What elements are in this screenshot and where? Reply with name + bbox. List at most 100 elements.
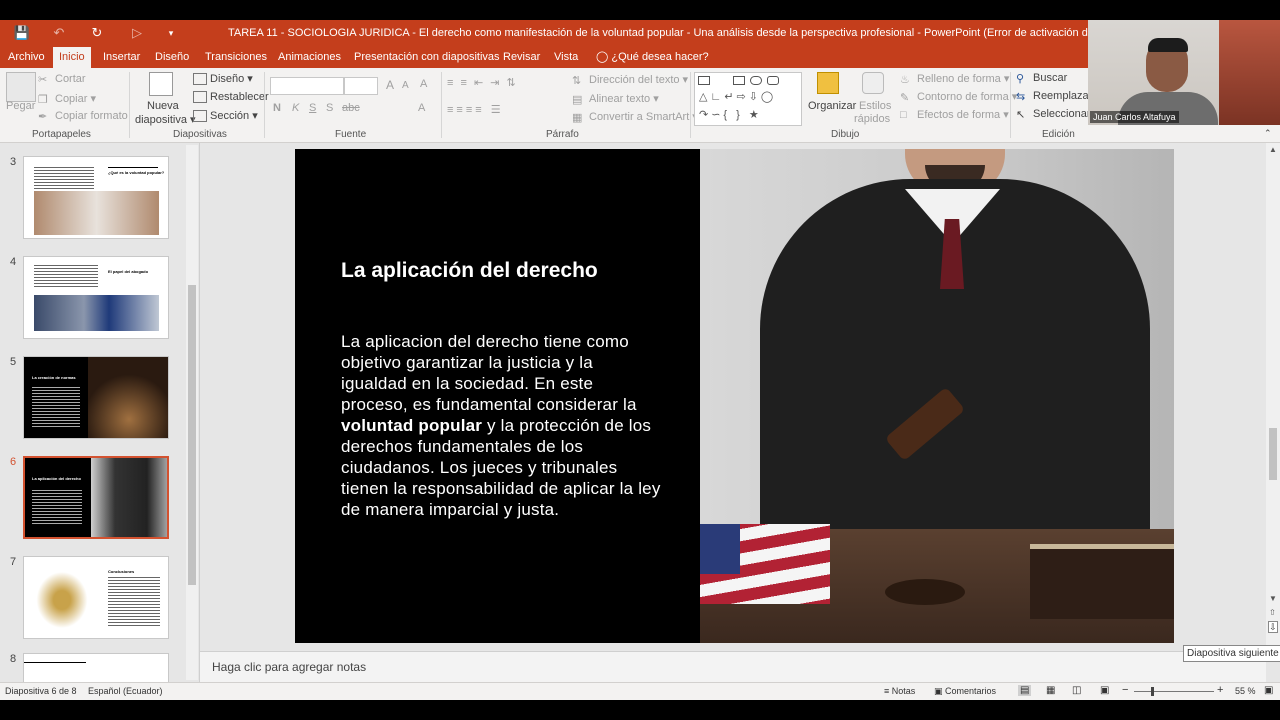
slide-scrollbar-thumb[interactable]: [1269, 428, 1277, 480]
reset-button[interactable]: Restablecer: [193, 91, 269, 104]
format-painter-button[interactable]: ✒ Copiar formato: [38, 110, 128, 123]
redo-icon[interactable]: ↻: [88, 24, 106, 42]
normal-view-icon[interactable]: ▤: [1018, 685, 1032, 696]
slideshow-icon[interactable]: ▣: [1100, 685, 1109, 696]
bold-button[interactable]: N: [273, 102, 281, 114]
shape-fill-button[interactable]: ♨ Relleno de forma ▾: [900, 72, 1009, 86]
quick-styles-line1[interactable]: Estilos: [859, 100, 891, 112]
zoom-slider[interactable]: [1134, 691, 1214, 692]
tab-archivo[interactable]: Archivo: [2, 47, 51, 68]
strikethrough-button[interactable]: abc: [342, 102, 360, 114]
scroll-up-icon[interactable]: ▲: [1269, 145, 1277, 154]
thumbnail-slide-4[interactable]: El papel del abogado: [23, 256, 169, 339]
quick-styles-button[interactable]: rápidos: [854, 113, 890, 125]
shape-outline-button[interactable]: ✎ Contorno de forma ▾: [900, 90, 1017, 104]
shadow-button[interactable]: S: [326, 102, 333, 114]
thumbnail-slide-5[interactable]: La creación de normas: [23, 356, 169, 439]
tab-transiciones[interactable]: Transiciones: [199, 47, 273, 68]
zoom-out-icon[interactable]: −: [1122, 684, 1128, 696]
zoom-in-icon[interactable]: +: [1217, 684, 1223, 696]
next-slide-icon[interactable]: ⇩: [1268, 621, 1278, 633]
tab-presentacion[interactable]: Presentación con diapositivas: [348, 47, 506, 68]
tab-inicio[interactable]: Inicio: [53, 47, 91, 68]
slide-body-emphasis: voluntad popular: [341, 416, 483, 435]
shrink-font-button[interactable]: A: [402, 80, 409, 91]
thumbnail-slide-6[interactable]: La aplicación del derecho: [23, 456, 169, 539]
notes-toggle[interactable]: ≡ Notas: [884, 686, 915, 696]
thumbnail-scrollbar-thumb[interactable]: [188, 285, 196, 585]
notes-placeholder[interactable]: Haga clic para agregar notas: [212, 660, 366, 674]
tab-revisar[interactable]: Revisar: [497, 47, 546, 68]
slide-text-panel[interactable]: La aplicación del derecho La aplicacion …: [295, 149, 701, 643]
section-button[interactable]: Sección ▾: [193, 109, 258, 123]
select-button[interactable]: ↖ Seleccionar: [1016, 108, 1090, 121]
rectangle-shape-icon[interactable]: [733, 76, 745, 85]
misc-shapes-icon[interactable]: ↷∽{ } ★: [699, 108, 762, 121]
thumbnail-slide-3[interactable]: ¿Qué es la voluntad popular?: [23, 156, 169, 239]
slide-body[interactable]: La aplicacion del derecho tiene como obj…: [341, 331, 661, 520]
save-icon[interactable]: 💾: [13, 24, 31, 42]
separator: [264, 72, 265, 138]
paste-icon: [6, 72, 36, 102]
scroll-down-icon[interactable]: ▼: [1269, 594, 1277, 603]
fit-to-window-icon[interactable]: ▣: [1264, 685, 1273, 696]
cut-button[interactable]: ✂ Cortar: [38, 73, 86, 86]
font-size-input[interactable]: [344, 77, 378, 95]
oval-shape-icon[interactable]: [750, 76, 762, 85]
italic-button[interactable]: K: [292, 102, 299, 114]
new-slide-button[interactable]: diapositiva ▾: [135, 113, 196, 126]
start-from-beginning-icon[interactable]: ▷: [128, 24, 146, 42]
zoom-level[interactable]: 55 %: [1235, 686, 1256, 696]
tab-animaciones[interactable]: Animaciones: [272, 47, 347, 68]
smartart-button[interactable]: ▦Convertir a SmartArt ▾: [572, 110, 698, 124]
layout-button[interactable]: Diseño ▾: [193, 72, 253, 86]
slide-sorter-icon[interactable]: ▦: [1046, 685, 1055, 696]
reading-view-icon[interactable]: ◫: [1072, 685, 1081, 696]
group-label-edicion: Edición: [1042, 129, 1075, 140]
arrow-shapes-icon[interactable]: △∟↵⇨⇩◯: [699, 90, 776, 103]
tell-me-box[interactable]: ◯ ¿Qué desea hacer?: [590, 47, 715, 68]
grow-font-button[interactable]: A: [386, 78, 394, 92]
thumbnail-text-lines: [108, 577, 160, 627]
tab-insertar[interactable]: Insertar: [97, 47, 146, 68]
customize-qat-icon[interactable]: ▾: [162, 24, 180, 42]
alignment-buttons[interactable]: ≡≡≡≡ ☰: [447, 103, 504, 116]
font-color-button[interactable]: A: [418, 102, 425, 114]
comments-toggle[interactable]: ▣ Comentarios: [934, 686, 996, 697]
thumbnail-text-lines: [32, 490, 82, 526]
previous-slide-icon[interactable]: ⇧: [1269, 608, 1276, 617]
font-name-input[interactable]: [270, 77, 344, 95]
new-slide-line1[interactable]: Nueva: [147, 100, 179, 112]
thumbnail-slide-7[interactable]: Conclusiones: [23, 556, 169, 639]
paste-button[interactable]: Pegar: [6, 100, 35, 112]
rounded-rect-shape-icon[interactable]: [767, 76, 779, 85]
collapse-ribbon-icon[interactable]: ⌃: [1264, 128, 1272, 139]
thumbnail-slide-8[interactable]: [23, 653, 169, 682]
align-text-button[interactable]: ▤ Alinear texto ▾: [572, 92, 659, 106]
arrange-button[interactable]: Organizar: [808, 100, 856, 112]
replace-button[interactable]: ⇆ Reemplazar: [1016, 90, 1092, 103]
shape-effects-button[interactable]: □ Efectos de forma ▾: [900, 108, 1009, 121]
shapes-gallery[interactable]: △∟↵⇨⇩◯ ↷∽{ } ★: [694, 72, 802, 126]
group-label-fuente: Fuente: [335, 129, 367, 140]
language-indicator[interactable]: Español (Ecuador): [88, 686, 163, 696]
slide-title[interactable]: La aplicación del derecho: [341, 259, 598, 283]
tab-diseno[interactable]: Diseño: [149, 47, 195, 68]
undo-icon[interactable]: ↶: [50, 24, 68, 42]
bullets-button[interactable]: ≡ ≡ ⇤ ⇥ ⇅: [447, 76, 518, 89]
copy-button[interactable]: ❐ Copiar ▾: [38, 92, 96, 106]
tab-vista[interactable]: Vista: [548, 47, 584, 68]
slide-counter: Diapositiva 6 de 8: [5, 686, 77, 696]
textbox-shape-icon[interactable]: [698, 76, 710, 85]
window-title: TAREA 11 - SOCIOLOGIA JURIDICA - El dere…: [228, 27, 1149, 39]
notes-pane[interactable]: Haga clic para agregar notas: [200, 651, 1266, 682]
underline-button[interactable]: S: [309, 102, 316, 114]
text-direction-button[interactable]: ⇅ Dirección del texto ▾: [572, 73, 688, 87]
zoom-slider-handle[interactable]: [1151, 687, 1154, 696]
slide-scrollbar[interactable]: ▲ ▼ ⇧ ⇩: [1266, 143, 1280, 651]
clear-format-button[interactable]: A: [420, 78, 427, 90]
find-button[interactable]: ⚲ Buscar: [1016, 72, 1067, 85]
slide-judge-image[interactable]: [700, 149, 1174, 643]
thumbnail-scrollbar[interactable]: [186, 145, 198, 680]
thumbnail-title: El papel del abogado: [108, 269, 149, 274]
